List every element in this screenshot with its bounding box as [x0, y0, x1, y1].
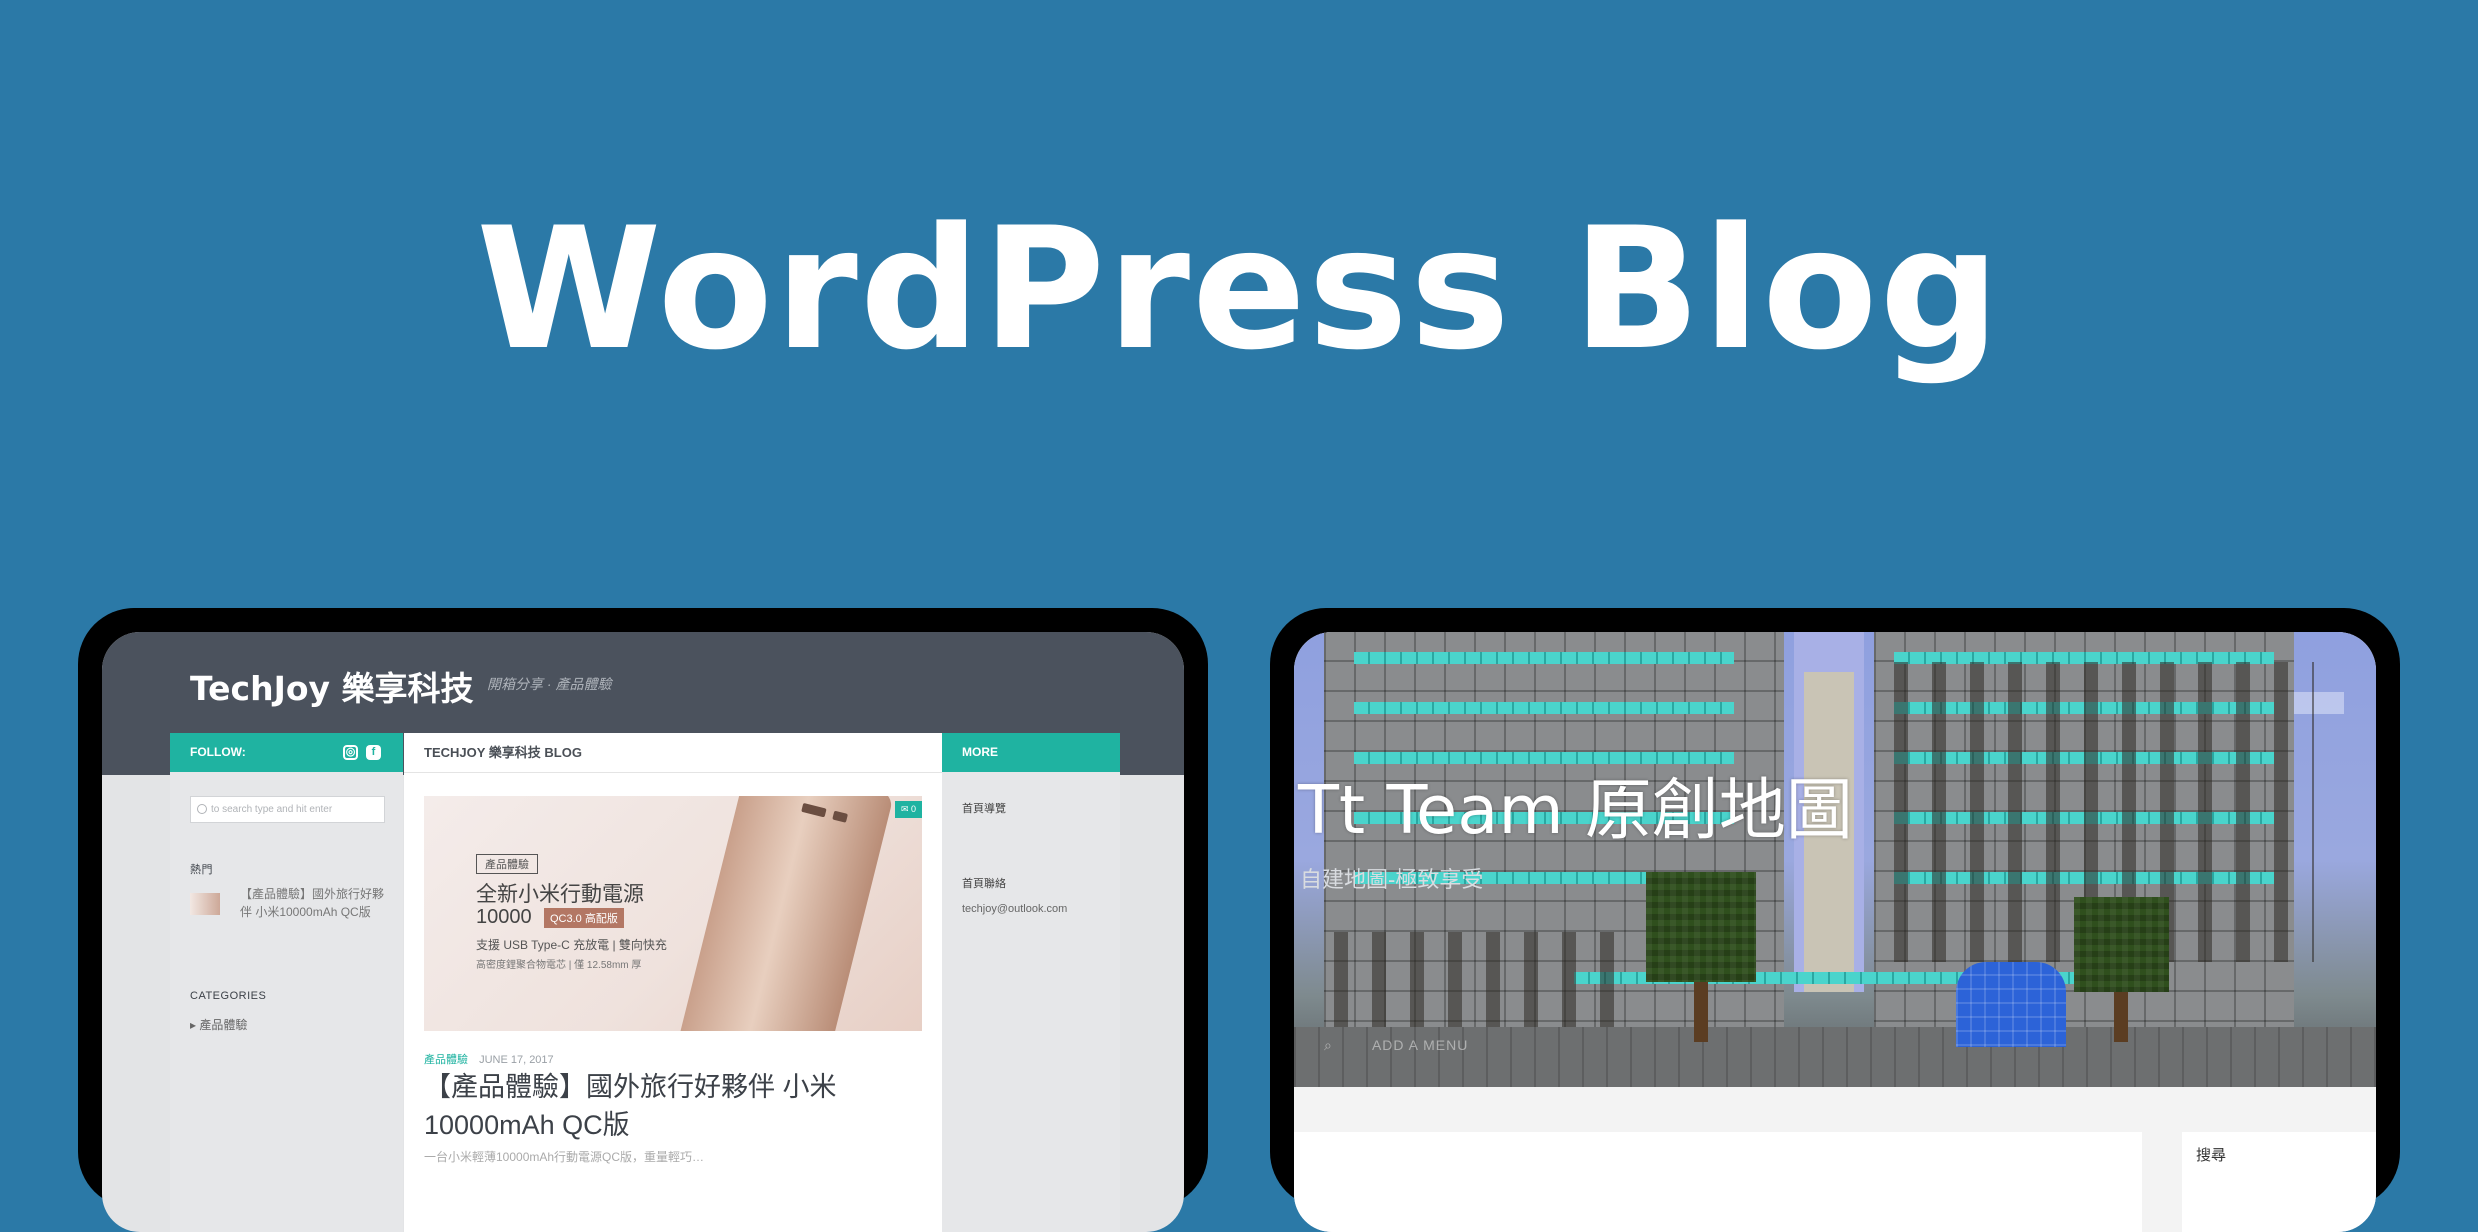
add-menu-link[interactable]: ADD A MENU	[1372, 1037, 1468, 1053]
site-tagline: 開箱分享 · 產品體驗	[487, 676, 612, 692]
content-area	[1294, 1132, 2142, 1232]
tree-right	[2074, 897, 2169, 992]
post-category[interactable]: 產品體驗	[424, 1054, 468, 1066]
search-widget-title: 搜尋	[2196, 1147, 2227, 1164]
main-column: TECHJOY 樂享科技 BLOG 產品體驗 全新小米行動電源 10000 QC…	[404, 733, 942, 1232]
site-logo[interactable]: TechJoy 樂享科技	[190, 662, 474, 710]
more-link-1[interactable]: 首頁導覽	[962, 800, 1006, 816]
facebook-icon[interactable]: f	[366, 745, 381, 760]
ad-badge: QC3.0 高配版	[544, 908, 624, 928]
more-link-2[interactable]: 首頁聯絡	[962, 875, 1006, 891]
instagram-icon[interactable]: ◎	[343, 745, 358, 760]
hot-post-title[interactable]: 【產品體驗】國外旅行好夥伴 小米10000mAh QC版	[240, 885, 390, 921]
search-icon[interactable]: ⌕	[1324, 1037, 1333, 1053]
comment-count-badge[interactable]: ✉ 0	[894, 801, 922, 818]
follow-bar: FOLLOW: ◎ f	[170, 733, 403, 772]
ad-small-text: 高密度鋰聚合物電芯 | 僅 12.58mm 厚	[476, 960, 642, 971]
search-icon	[197, 804, 207, 814]
hero-banner: Tt Team 原創地圖 自建地圖-極致享受 ⌕ ADD A MENU	[1294, 632, 2376, 1087]
powerbank-image	[675, 796, 895, 1031]
ad-tag: 產品體驗	[476, 854, 538, 874]
categories-title: CATEGORIES	[190, 990, 267, 1002]
post-excerpt: 一台小米輕薄10000mAh行動電源QC版，重量輕巧…	[424, 1150, 705, 1164]
ground	[1294, 1027, 2376, 1087]
search-input[interactable]: to search type and hit enter	[190, 796, 385, 823]
left-sidebar: FOLLOW: ◎ f to search type and hit enter…	[170, 733, 403, 1232]
nav-menu[interactable]: ⌕ ADD A MENU	[1324, 1037, 1468, 1054]
post-date: JUNE 17, 2017	[479, 1054, 554, 1066]
contact-email[interactable]: techjoy@outlook.com	[962, 903, 1067, 915]
blog-heading: TECHJOY 樂享科技 BLOG	[404, 733, 942, 773]
tree-left	[1646, 872, 1756, 982]
ad-title: 全新小米行動電源	[476, 883, 644, 906]
hot-post-thumbnail	[190, 893, 220, 915]
category-item[interactable]: ▸ 產品體驗	[190, 1016, 247, 1033]
ad-subtitle: 支援 USB Type-C 充放電 | 雙向快充	[476, 938, 667, 952]
ad-capacity: 10000	[476, 906, 532, 928]
sidebar: 搜尋	[2182, 1132, 2376, 1232]
tt-team-blog-screenshot[interactable]: Tt Team 原創地圖 自建地圖-極致享受 ⌕ ADD A MENU 搜尋	[1294, 632, 2376, 1232]
site-title[interactable]: Tt Team 原創地圖	[1298, 756, 1853, 853]
post-meta: 產品體驗 JUNE 17, 2017	[424, 1051, 554, 1067]
more-bar: MORE	[942, 733, 1120, 772]
post-title[interactable]: 【產品體驗】國外旅行好夥伴 小米10000mAh QC版	[424, 1068, 874, 1144]
hot-widget-title: 熱門	[190, 864, 213, 876]
site-tagline: 自建地圖-極致享受	[1300, 867, 1484, 892]
right-sidebar: MORE 首頁導覽 首頁聯絡 techjoy@outlook.com	[942, 733, 1120, 1232]
glass-dome	[1956, 962, 2066, 1047]
search-placeholder: to search type and hit enter	[211, 804, 333, 815]
page-title: WordPress Blog	[476, 191, 2002, 387]
techjoy-blog-screenshot[interactable]: TechJoy 樂享科技 開箱分享 · 產品體驗 FOLLOW: ◎ f to …	[102, 632, 1184, 1232]
follow-label: FOLLOW:	[190, 745, 246, 759]
post-featured-image[interactable]: 產品體驗 全新小米行動電源 10000 QC3.0 高配版 支援 USB Typ…	[424, 796, 922, 1031]
